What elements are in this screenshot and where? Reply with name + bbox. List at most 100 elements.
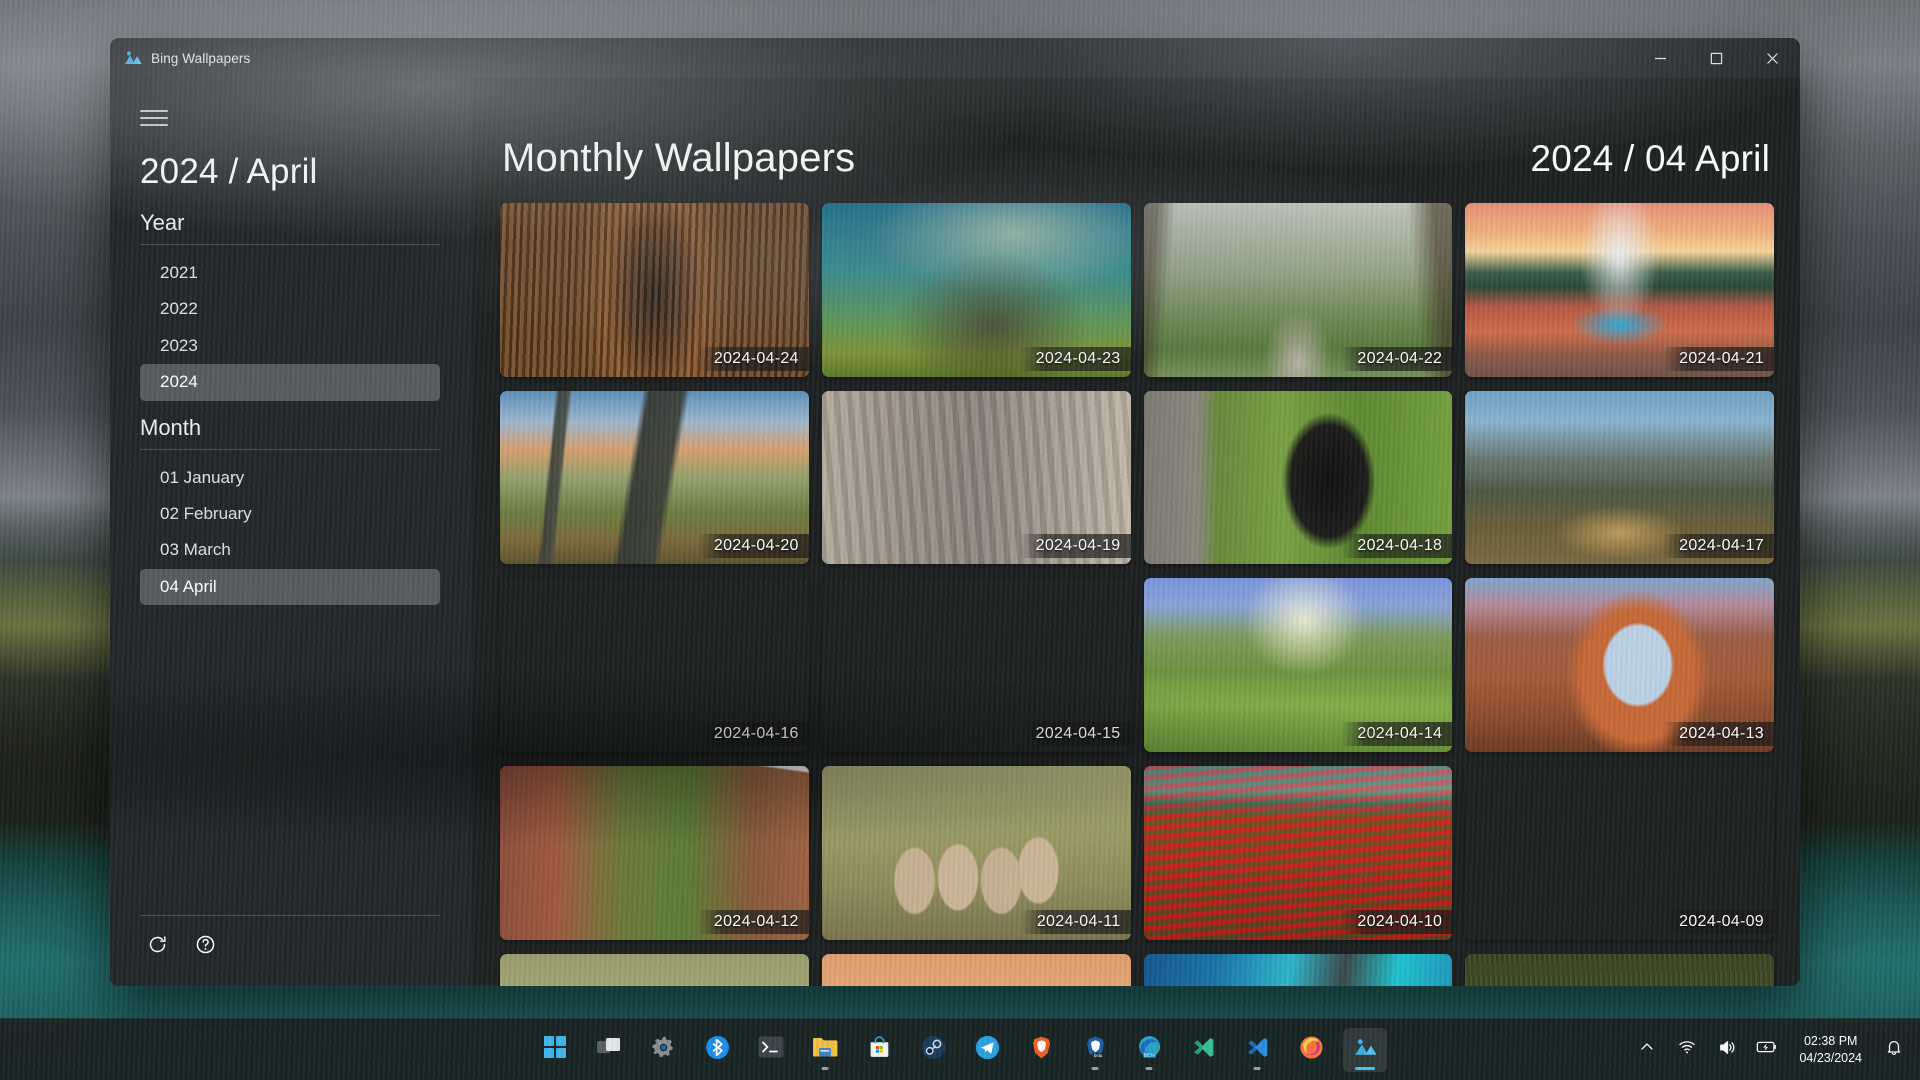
pagoda-at-sunset-image xyxy=(822,954,1131,986)
wallpaper-date: 2024-04-19 xyxy=(1020,534,1131,558)
wallpaper-date: 2024-04-20 xyxy=(698,534,809,558)
network-button[interactable] xyxy=(1675,1038,1699,1062)
wallpaper-date: 2024-04-18 xyxy=(1341,534,1452,558)
refresh-button[interactable] xyxy=(140,930,174,964)
clock[interactable]: 02:38 PM 04/23/2024 xyxy=(1795,1033,1866,1067)
wallpaper-date: 2024-04-09 xyxy=(1663,910,1774,934)
maximize-button[interactable] xyxy=(1688,38,1744,78)
steam-icon xyxy=(921,1035,946,1065)
battery-button[interactable] xyxy=(1755,1038,1779,1062)
wallpaper-thumbnail[interactable]: 2024-04-23 xyxy=(822,203,1131,377)
file-explorer-app[interactable] xyxy=(803,1028,847,1072)
wallpaper-date: 2024-04-14 xyxy=(1341,722,1452,746)
help-icon xyxy=(195,934,216,960)
wallpaper-thumbnail[interactable]: 2024-04-20 xyxy=(500,391,809,565)
month-item-january[interactable]: 01 January xyxy=(140,460,440,496)
wallpaper-thumbnail[interactable] xyxy=(1144,954,1453,986)
wallpaper-thumbnail[interactable]: 2024-04-13 xyxy=(1465,578,1774,752)
brave-browser-app[interactable] xyxy=(1019,1028,1063,1072)
window-titlebar[interactable]: Bing Wallpapers xyxy=(110,38,1800,78)
start-button[interactable] xyxy=(533,1028,577,1072)
brave-beta-lion-icon: beta xyxy=(1083,1035,1108,1065)
wallpaper-date: 2024-04-24 xyxy=(698,347,809,371)
wallpaper-thumbnail[interactable]: 2024-04-10 xyxy=(1144,766,1453,940)
show-hidden-icons-button[interactable] xyxy=(1635,1038,1659,1062)
year-item-2021[interactable]: 2021 xyxy=(140,255,440,291)
folder-icon xyxy=(812,1035,838,1064)
close-button[interactable] xyxy=(1744,38,1800,78)
wallpaper-thumbnail[interactable]: 2024-04-22 xyxy=(1144,203,1453,377)
brave-beta-browser-app[interactable]: beta xyxy=(1073,1028,1117,1072)
year-section: Year 2021 2022 2023 2024 xyxy=(110,210,472,401)
wallpaper-thumbnail[interactable]: 2024-04-19 xyxy=(822,391,1131,565)
microsoft-store-app[interactable] xyxy=(857,1028,901,1072)
wallpaper-date: 2024-04-17 xyxy=(1663,534,1774,558)
bing-wallpapers-app[interactable] xyxy=(1343,1028,1387,1072)
bluetooth-app[interactable] xyxy=(695,1028,739,1072)
telegram-app[interactable] xyxy=(965,1028,1009,1072)
month-item-april[interactable]: 04 April xyxy=(140,569,440,605)
wallpaper-date: 2024-04-16 xyxy=(698,722,809,746)
year-item-2024[interactable]: 2024 xyxy=(140,364,440,400)
taskbar: beta BETA xyxy=(0,1018,1920,1080)
wallpaper-thumbnail[interactable]: 2024-04-16 xyxy=(500,578,809,752)
wallpaper-thumbnail[interactable]: 2024-04-12 xyxy=(500,766,809,940)
hamburger-icon[interactable] xyxy=(134,100,174,136)
volume-button[interactable] xyxy=(1715,1038,1739,1062)
chevron-up-icon xyxy=(1639,1039,1655,1060)
bell-icon xyxy=(1885,1038,1903,1061)
month-item-february[interactable]: 02 February xyxy=(140,496,440,532)
main-content: Monthly Wallpapers 2024 / 04 April 2024-… xyxy=(472,78,1800,986)
wallpaper-thumbnail[interactable]: 2024-04-15 xyxy=(822,578,1131,752)
telegram-icon xyxy=(975,1035,1000,1065)
firefox-icon xyxy=(1299,1035,1324,1065)
bluetooth-icon xyxy=(705,1035,730,1065)
wallpaper-thumbnail[interactable]: 2024-04-24 xyxy=(500,203,809,377)
minimize-button[interactable] xyxy=(1632,38,1688,78)
running-indicator xyxy=(822,1067,829,1070)
wallpaper-date: 2024-04-11 xyxy=(1021,910,1131,934)
running-indicator xyxy=(1146,1067,1153,1070)
year-list: 2021 2022 2023 2024 xyxy=(140,253,440,401)
window-title: Bing Wallpapers xyxy=(151,51,250,66)
wallpaper-grid-scroll[interactable]: 2024-04-24 2024-04-23 2024-04-22 xyxy=(496,203,1778,986)
brave-lion-icon xyxy=(1029,1035,1054,1065)
turquoise-coastline-aerial-image xyxy=(1144,954,1453,986)
year-item-2022[interactable]: 2022 xyxy=(140,291,440,327)
wallpaper-thumbnail[interactable]: 2024-04-09 xyxy=(1465,766,1774,940)
wallpaper-thumbnail[interactable]: 2024-04-21 xyxy=(1465,203,1774,377)
clock-date: 04/23/2024 xyxy=(1799,1050,1862,1067)
taskbar-apps: beta BETA xyxy=(533,1028,1387,1072)
wallpaper-thumbnail[interactable] xyxy=(500,954,809,986)
wallpaper-date: 2024-04-23 xyxy=(1020,347,1131,371)
page-title: Monthly Wallpapers xyxy=(502,136,855,181)
wallpaper-thumbnail[interactable]: 2024-04-17 xyxy=(1465,391,1774,565)
steam-app[interactable] xyxy=(911,1028,955,1072)
wallpaper-thumbnail[interactable] xyxy=(1465,954,1774,986)
wallpaper-date: 2024-04-15 xyxy=(1020,722,1131,746)
wifi-icon xyxy=(1678,1038,1696,1061)
wallpaper-thumbnail[interactable]: 2024-04-14 xyxy=(1144,578,1453,752)
running-indicator xyxy=(1254,1067,1261,1070)
vscode-app[interactable] xyxy=(1235,1028,1279,1072)
system-tray: 02:38 PM 04/23/2024 xyxy=(1635,1033,1920,1067)
sidebar-spacer xyxy=(110,605,472,915)
task-view-button[interactable] xyxy=(587,1028,631,1072)
month-item-march[interactable]: 03 March xyxy=(140,532,440,568)
window-body: 2024 / April Year 2021 2022 2023 2024 Mo… xyxy=(110,78,1800,986)
settings-app[interactable] xyxy=(641,1028,685,1072)
month-section-heading: Month xyxy=(140,415,440,450)
year-item-2023[interactable]: 2023 xyxy=(140,328,440,364)
wallpaper-thumbnail[interactable]: 2024-04-11 xyxy=(822,766,1131,940)
vscode-insiders-app[interactable] xyxy=(1181,1028,1225,1072)
wallpaper-thumbnail[interactable] xyxy=(822,954,1131,986)
running-indicator xyxy=(1355,1067,1375,1070)
firefox-app[interactable] xyxy=(1289,1028,1333,1072)
terminal-app[interactable] xyxy=(749,1028,793,1072)
desktop: Bing Wallpapers 2024 / xyxy=(0,0,1920,1080)
help-button[interactable] xyxy=(188,930,222,964)
notifications-button[interactable] xyxy=(1882,1038,1906,1062)
frosted-grass-macro-image xyxy=(500,954,809,986)
wallpaper-thumbnail[interactable]: 2024-04-18 xyxy=(1144,391,1453,565)
edge-beta-browser-app[interactable]: BETA xyxy=(1127,1028,1171,1072)
